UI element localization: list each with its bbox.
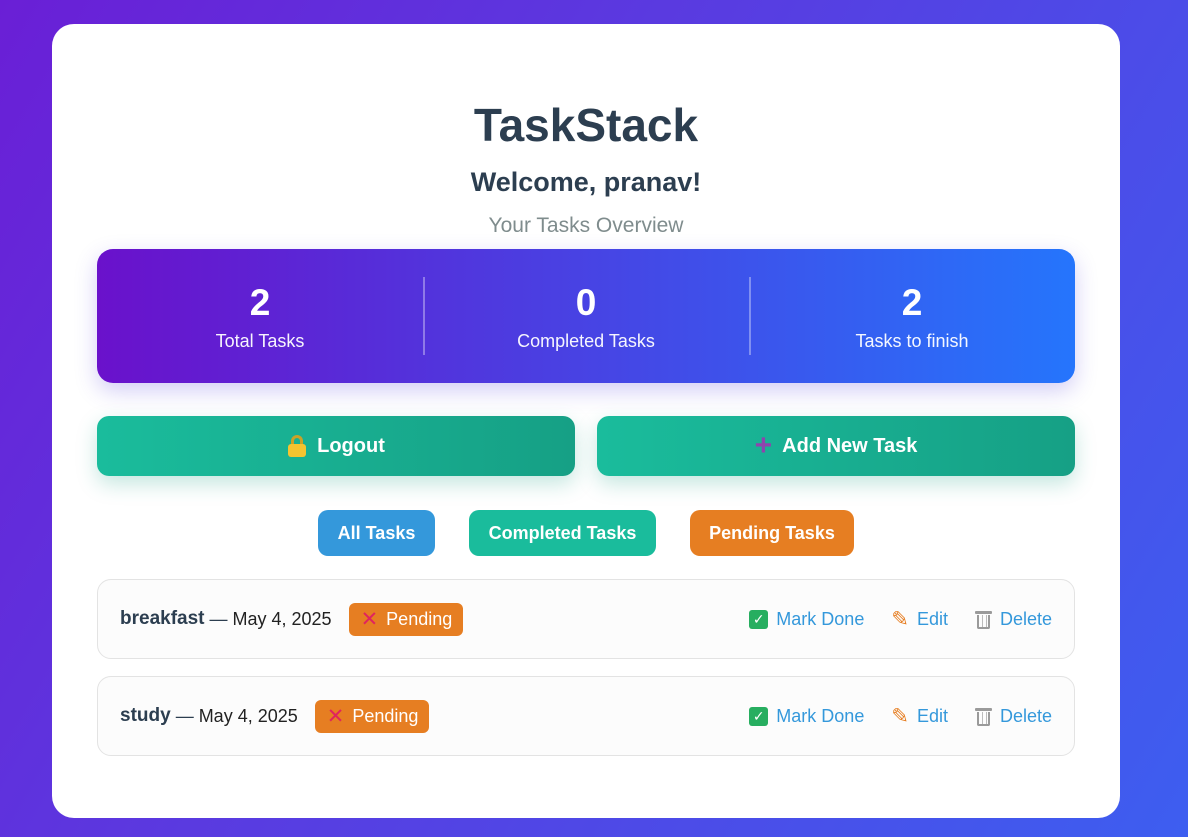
task-separator: — [175, 705, 194, 726]
delete-label: Delete [999, 705, 1052, 726]
filter-completed-tasks-button[interactable]: Completed Tasks [469, 510, 656, 556]
trash-icon [974, 707, 992, 726]
delete-button[interactable]: Delete [974, 705, 1052, 727]
stat-tasks-to-finish: 2 Tasks to finish [749, 249, 1075, 383]
task-name: study [120, 705, 171, 726]
filter-all-tasks-button[interactable]: All Tasks [318, 510, 435, 556]
add-task-label: Add New Task [782, 434, 918, 457]
pencil-icon: ✎ [891, 704, 909, 728]
check-box-icon: ✓ [749, 609, 769, 629]
check-box-icon: ✓ [749, 706, 769, 726]
status-badge: ✕ Pending [348, 602, 464, 636]
mark-done-label: Mark Done [776, 705, 865, 726]
delete-label: Delete [999, 608, 1052, 629]
trash-icon [974, 610, 992, 629]
logout-button[interactable]: Logout [97, 416, 575, 476]
delete-button[interactable]: Delete [974, 608, 1052, 630]
edit-label: Edit [916, 608, 948, 629]
lock-icon [287, 435, 307, 457]
stat-label: Completed Tasks [517, 330, 655, 351]
logout-label: Logout [317, 434, 385, 457]
plus-icon: + [754, 429, 773, 462]
task-actions: ✓ Mark Done ✎ Edit Delete [749, 609, 1052, 630]
task-date: May 4, 2025 [232, 608, 332, 629]
task-item: study — May 4, 2025 ✕ Pending ✓ Mark Don… [97, 676, 1075, 756]
stat-value: 2 [901, 281, 923, 323]
status-badge: ✕ Pending [314, 699, 430, 733]
task-name: breakfast [120, 608, 205, 629]
status-label: Pending [352, 705, 419, 726]
stats-panel: 2 Total Tasks 0 Completed Tasks 2 Tasks … [97, 249, 1075, 383]
filter-pending-tasks-button[interactable]: Pending Tasks [690, 510, 854, 556]
stat-total-tasks: 2 Total Tasks [97, 249, 423, 383]
task-separator: — [209, 608, 228, 629]
stat-label: Tasks to finish [855, 330, 969, 351]
welcome-message: Welcome, pranav! [470, 167, 702, 197]
task-item: breakfast — May 4, 2025 ✕ Pending ✓ Mark… [97, 579, 1075, 659]
task-date: May 4, 2025 [198, 705, 298, 726]
app-title: TaskStack [473, 99, 699, 151]
stat-value: 0 [575, 281, 597, 323]
status-label: Pending [386, 608, 453, 629]
task-actions: ✓ Mark Done ✎ Edit Delete [749, 706, 1052, 727]
edit-button[interactable]: ✎ Edit [891, 706, 948, 727]
stat-label: Total Tasks [215, 330, 305, 351]
stat-value: 2 [249, 281, 271, 323]
add-task-button[interactable]: + Add New Task [597, 416, 1075, 476]
edit-label: Edit [916, 705, 948, 726]
x-mark-icon: ✕ [326, 704, 345, 728]
stat-completed-tasks: 0 Completed Tasks [423, 249, 749, 383]
mark-done-label: Mark Done [776, 608, 865, 629]
x-mark-icon: ✕ [360, 607, 379, 631]
mark-done-button[interactable]: ✓ Mark Done [749, 609, 864, 630]
mark-done-button[interactable]: ✓ Mark Done [749, 706, 864, 727]
edit-button[interactable]: ✎ Edit [891, 609, 948, 630]
overview-subtitle: Your Tasks Overview [488, 214, 684, 237]
pencil-icon: ✎ [891, 607, 909, 631]
